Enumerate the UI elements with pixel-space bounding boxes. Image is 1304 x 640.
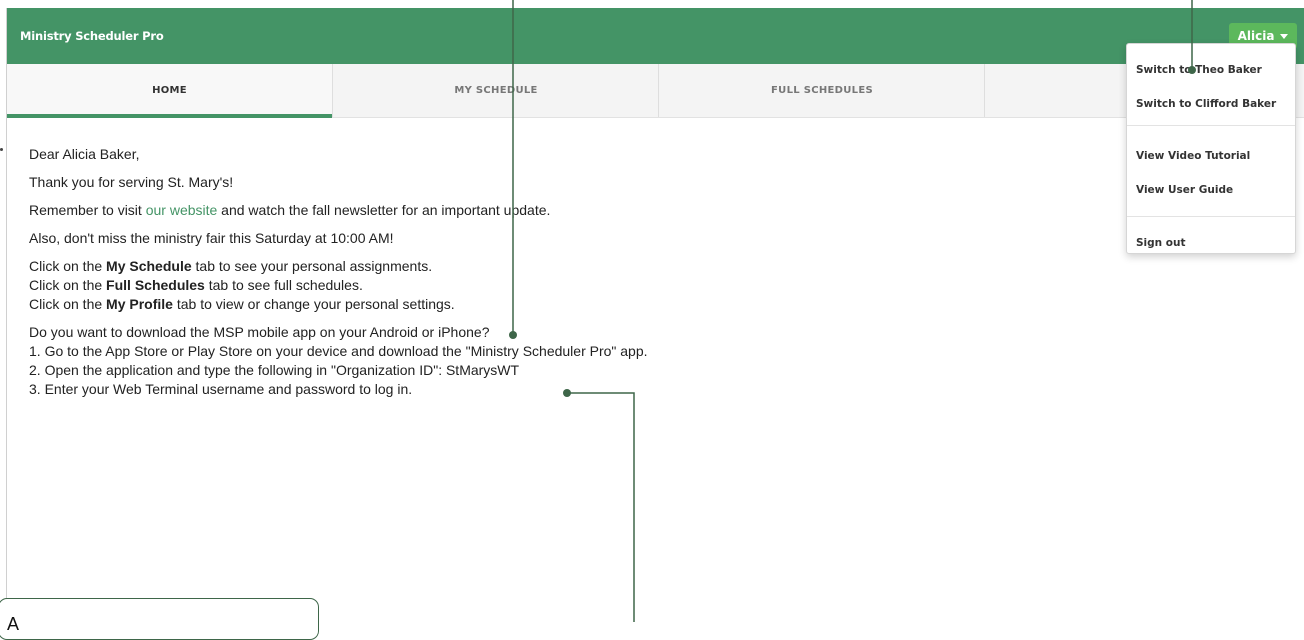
- app-step-3: 3. Enter your Web Terminal username and …: [29, 381, 413, 397]
- user-dropdown-menu: Switch to Theo Baker Switch to Clifford …: [1126, 43, 1296, 254]
- full-schedules-bold: Full Schedules: [106, 277, 205, 293]
- view-video-tutorial[interactable]: View Video Tutorial: [1136, 150, 1250, 162]
- tab-full-schedules[interactable]: FULL SCHEDULES: [658, 64, 985, 117]
- thanks-line: Thank you for serving St. Mary's!: [29, 174, 234, 190]
- website-line: Remember to visit our website and watch …: [29, 201, 849, 220]
- instruction-my-schedule: Click on the My Schedule tab to see your…: [29, 258, 432, 274]
- tab-instructions: Click on the My Schedule tab to see your…: [29, 257, 849, 314]
- dropdown-divider: [1127, 216, 1295, 217]
- user-menu-label: Alicia: [1237, 29, 1275, 43]
- instruction-my-profile: Click on the My Profile tab to view or c…: [29, 296, 455, 312]
- switch-user-theo[interactable]: Switch to Theo Baker: [1136, 64, 1262, 76]
- view-user-guide[interactable]: View User Guide: [1136, 184, 1233, 196]
- sign-out[interactable]: Sign out: [1136, 237, 1186, 249]
- website-text-before: Remember to visit: [29, 202, 146, 218]
- website-link[interactable]: our website: [146, 202, 218, 218]
- tab-my-schedule-label: MY SCHEDULE: [454, 85, 538, 96]
- main-tabs: HOME MY SCHEDULE FULL SCHEDULES MY: [7, 64, 1304, 118]
- instruction-prefix: Click on the: [29, 258, 107, 274]
- annotation-text: A: [7, 614, 20, 634]
- annotation-box: A: [0, 598, 319, 640]
- tab-full-schedules-label: FULL SCHEDULES: [771, 85, 873, 96]
- tab-home[interactable]: HOME: [7, 64, 332, 118]
- my-profile-bold: My Profile: [106, 296, 173, 312]
- instruction-my-schedule-suffix: tab to see your personal assignments.: [191, 258, 433, 274]
- my-schedule-bold: My Schedule: [106, 258, 192, 274]
- edge-dot: [0, 148, 3, 151]
- app-title: Ministry Scheduler Pro: [20, 29, 164, 43]
- app-step-2: 2. Open the application and type the fol…: [29, 362, 520, 378]
- website-text-after: and watch the fall newsletter for an imp…: [217, 202, 551, 218]
- top-navbar: Ministry Scheduler Pro Alicia: [7, 8, 1304, 64]
- home-message: Dear Alicia Baker, Thank you for serving…: [29, 145, 849, 408]
- instruction-full-schedules-suffix: tab to see full schedules.: [204, 277, 363, 293]
- tab-home-label: HOME: [152, 85, 187, 96]
- mobile-app-instructions: Do you want to download the MSP mobile a…: [29, 323, 849, 399]
- app-question: Do you want to download the MSP mobile a…: [29, 324, 490, 340]
- dropdown-divider: [1127, 125, 1295, 126]
- fair-line: Also, don't miss the ministry fair this …: [29, 230, 394, 246]
- tab-my-schedule[interactable]: MY SCHEDULE: [332, 64, 659, 117]
- switch-user-clifford[interactable]: Switch to Clifford Baker: [1136, 98, 1276, 110]
- greeting: Dear Alicia Baker,: [29, 146, 140, 162]
- instruction-prefix: Click on the: [29, 277, 107, 293]
- caret-down-icon: [1280, 34, 1289, 39]
- instruction-prefix: Click on the: [29, 296, 107, 312]
- instruction-full-schedules: Click on the Full Schedules tab to see f…: [29, 277, 363, 293]
- instruction-my-profile-suffix: tab to view or change your personal sett…: [172, 296, 455, 312]
- app-step-1: 1. Go to the App Store or Play Store on …: [29, 343, 648, 359]
